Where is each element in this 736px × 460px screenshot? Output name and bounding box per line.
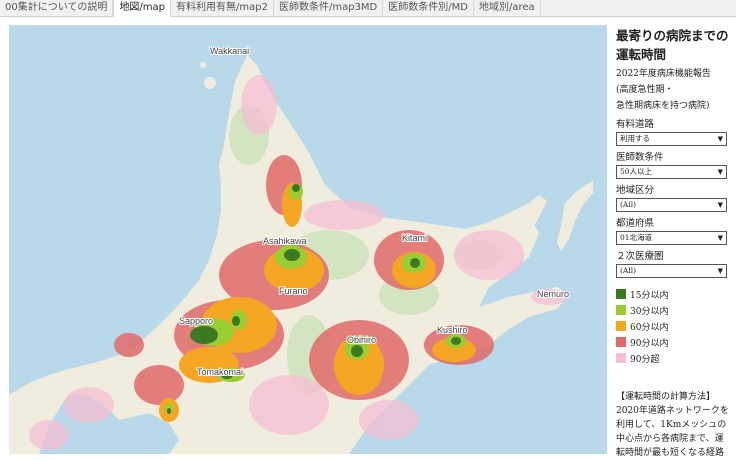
toll-road-select[interactable]: 利用する ▼ — [616, 132, 727, 146]
map-label-tomakomai: Tomakomai — [197, 367, 243, 377]
legend-swatch — [616, 289, 626, 299]
tab-area[interactable]: 地域別/area — [474, 0, 541, 16]
tab-bar: 00集計についての説明 地図/map 有料利用有無/map2 医師数条件/map… — [0, 0, 736, 17]
legend-item[interactable]: 30分以内 — [616, 302, 734, 318]
color-legend: 15分以内 30分以内 60分以内 90分以内 90分超 — [616, 286, 734, 366]
panel-subtitle-line: (高度急性期・ — [616, 85, 674, 95]
doctor-count-select[interactable]: 50人以上 ▼ — [616, 165, 727, 179]
note-line: 【運転時間の計算方法】 — [616, 392, 716, 402]
region-select-value: (All) — [620, 200, 637, 209]
legend-label: 90分超 — [630, 354, 660, 365]
note-line: 利用して、1Kmメッシュの — [616, 420, 727, 430]
legend-label: 15分以内 — [630, 290, 669, 301]
map-label-nemuro: Nemuro — [537, 289, 569, 299]
sidebar-panel: 最寄りの病院までの運転時間 2022年度病床機能報告 (高度急性期・ 急性期病床… — [616, 24, 734, 460]
calculation-method-note: 【運転時間の計算方法】 2020年道路ネットワークを 利用して、1Kmメッシュの… — [616, 390, 734, 460]
map-label-kitami: Kitami — [402, 233, 427, 243]
tab-toll-usage-map2[interactable]: 有料利用有無/map2 — [171, 0, 274, 16]
map-label-asahikawa: Asahikawa — [263, 236, 307, 246]
tab-doctor-condition-md[interactable]: 医師数条件別/MD — [383, 0, 474, 16]
prefecture-select-value: 01北海道 — [620, 233, 653, 242]
legend-label: 60分以内 — [630, 322, 669, 333]
panel-title: 最寄りの病院までの運転時間 — [616, 28, 729, 62]
legend-swatch — [616, 305, 626, 315]
chevron-down-icon: ▼ — [717, 234, 723, 242]
secondary-medical-area-select[interactable]: (All) ▼ — [616, 264, 727, 278]
legend-label: 30分以内 — [630, 306, 669, 317]
tab-map[interactable]: 地図/map — [113, 0, 172, 17]
legend-item[interactable]: 60分以内 — [616, 318, 734, 334]
legend-swatch — [616, 353, 626, 363]
legend-item[interactable]: 15分以内 — [616, 286, 734, 302]
secondary-medical-area-select-value: (All) — [620, 266, 637, 275]
map-label-wakkanai: Wakkanai — [210, 46, 249, 56]
tab-summary-description[interactable]: 00集計についての説明 — [0, 0, 114, 16]
legend-swatch — [616, 321, 626, 331]
map-label-kushiro: Kushiro — [437, 325, 468, 335]
legend-item[interactable]: 90分超 — [616, 350, 734, 366]
toll-road-select-value: 利用する — [620, 134, 650, 143]
map-label-obihiro: Obihiro — [347, 335, 376, 345]
filter-label-secondary-medical-area: ２次医療圏 — [616, 251, 664, 262]
rishiri-island — [204, 77, 216, 89]
chevron-down-icon: ▼ — [717, 201, 723, 209]
chevron-down-icon: ▼ — [717, 135, 723, 143]
rebun-island — [200, 62, 206, 68]
chevron-down-icon: ▼ — [717, 267, 723, 275]
legend-item[interactable]: 90分以内 — [616, 334, 734, 350]
note-line: 2020年道路ネットワークを — [616, 406, 729, 416]
panel-subtitle-line: 急性期病床を持つ病院) — [616, 101, 710, 111]
map-label-sapporo: Sapporo — [179, 316, 213, 326]
legend-swatch — [616, 337, 626, 347]
chevron-down-icon: ▼ — [717, 168, 723, 176]
drive-time-map[interactable]: Wakkanai Asahikawa Furano Sapporo Tomako… — [9, 25, 607, 454]
filter-label-toll-road: 有料道路 — [616, 119, 655, 130]
note-line: 中心点から各病院まで、運 — [616, 434, 724, 444]
filter-label-prefecture: 都道府県 — [616, 218, 655, 229]
tab-doctor-condition-map3md[interactable]: 医師数条件/map3MD — [274, 0, 384, 16]
note-line: 転時間が最も短くなる経路 — [616, 448, 725, 458]
legend-label: 90分以内 — [630, 338, 669, 349]
region-select[interactable]: (All) ▼ — [616, 198, 727, 212]
map-label-furano: Furano — [279, 286, 308, 296]
filter-label-region: 地域区分 — [616, 185, 655, 196]
doctor-count-select-value: 50人以上 — [620, 167, 653, 176]
panel-subtitle-line: 2022年度病床機能報告 — [616, 69, 711, 79]
prefecture-select[interactable]: 01北海道 ▼ — [616, 231, 727, 245]
filter-label-doctor-count: 医師数条件 — [616, 152, 664, 163]
